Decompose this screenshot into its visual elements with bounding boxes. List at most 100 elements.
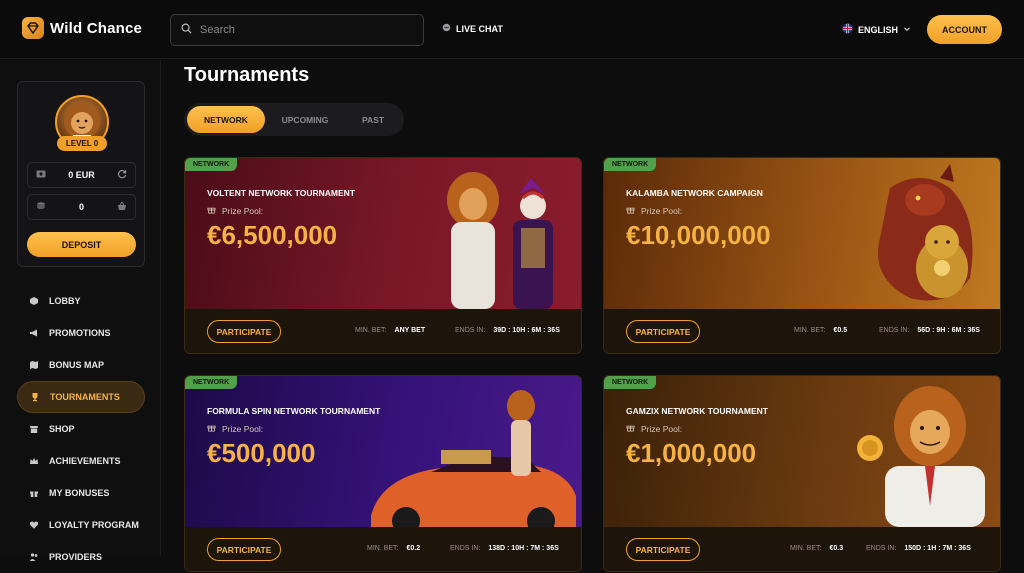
min-bet: MIN. BET: €0.3 bbox=[790, 545, 843, 552]
participate-button[interactable]: PARTICIPATE bbox=[207, 320, 281, 343]
ends-in: ENDS IN: 39D : 10H : 6M : 36S bbox=[455, 327, 560, 334]
lion-with-medal-art bbox=[857, 386, 985, 527]
lion-and-jester-art bbox=[447, 172, 553, 309]
prize-pool-amount: €10,000,000 bbox=[626, 220, 771, 250]
dragon-and-cat-art bbox=[878, 164, 973, 301]
prize-pool-label: Prize Pool: bbox=[207, 423, 263, 434]
countdown: 39D : 10H : 6M : 36S bbox=[493, 327, 560, 334]
balance-value: 0 EUR bbox=[68, 170, 95, 180]
sidebar: LEVEL 0 0 EUR 0 DEPOSIT LOBBY PROMOTIONS… bbox=[0, 60, 161, 562]
chat-bubble-icon bbox=[442, 23, 451, 34]
refresh-icon[interactable] bbox=[117, 169, 127, 181]
tournament-card[interactable]: NETWORK VOLTENT NETWORK TOURNAMENT Prize… bbox=[184, 157, 582, 354]
live-chat-link[interactable]: LIVE CHAT bbox=[442, 23, 503, 34]
sidebar-item-my-bonuses[interactable]: MY BONUSES bbox=[17, 477, 145, 509]
sidebar-item-label: TOURNAMENTS bbox=[50, 392, 120, 402]
live-chat-label: LIVE CHAT bbox=[456, 23, 503, 34]
sidebar-item-label: SHOP bbox=[49, 424, 75, 434]
sidebar-item-label: LOYALTY PROGRAM bbox=[49, 520, 139, 530]
megaphone-icon bbox=[29, 328, 39, 338]
lion-and-supercar-art bbox=[371, 390, 576, 527]
sidebar-item-loyalty-program[interactable]: LOYALTY PROGRAM bbox=[17, 509, 145, 541]
sidebar-item-label: LOBBY bbox=[49, 296, 81, 306]
gift-icon bbox=[626, 205, 635, 216]
top-header: Wild Chance LIVE CHAT ENGLISH ACCOUNT bbox=[0, 0, 1024, 59]
coins-row: 0 bbox=[27, 194, 136, 220]
card-banner: NETWORK GAMZIX NETWORK TOURNAMENT Prize … bbox=[604, 376, 1000, 527]
heart-icon bbox=[29, 520, 39, 530]
account-button[interactable]: ACCOUNT bbox=[927, 15, 1002, 44]
card-footer: PARTICIPATE MIN. BET: €0.5 ENDS IN: 56D … bbox=[604, 309, 1000, 353]
ends-in-label: ENDS IN: bbox=[450, 545, 481, 552]
prize-pool-text: Prize Pool: bbox=[222, 205, 264, 216]
network-badge: NETWORK bbox=[604, 376, 657, 389]
deposit-button[interactable]: DEPOSIT bbox=[27, 232, 136, 257]
participate-button[interactable]: PARTICIPATE bbox=[626, 538, 700, 561]
tournament-name: KALAMBA NETWORK CAMPAIGN bbox=[626, 188, 763, 198]
tournament-card[interactable]: NETWORK FORMULA SPIN NETWORK TOURNAMENT … bbox=[184, 375, 582, 572]
card-footer: PARTICIPATE MIN. BET: ANY BET ENDS IN: 3… bbox=[185, 309, 581, 353]
balance-row: 0 EUR bbox=[27, 162, 136, 188]
language-label: ENGLISH bbox=[858, 24, 899, 35]
basket-icon[interactable] bbox=[117, 201, 127, 213]
prize-pool-label: Prize Pool: bbox=[626, 205, 682, 216]
sidebar-item-providers[interactable]: PROVIDERS bbox=[17, 541, 145, 573]
min-bet-value: €0.3 bbox=[829, 545, 844, 552]
min-bet-label: MIN. BET: bbox=[367, 545, 399, 552]
search-input[interactable] bbox=[200, 24, 400, 36]
gift-icon bbox=[29, 488, 39, 498]
card-footer: PARTICIPATE MIN. BET: €0.2 ENDS IN: 138D… bbox=[185, 527, 581, 571]
card-banner: NETWORK FORMULA SPIN NETWORK TOURNAMENT … bbox=[185, 376, 581, 527]
wallet-icon bbox=[36, 170, 46, 180]
map-icon bbox=[29, 360, 39, 370]
people-icon bbox=[29, 552, 39, 562]
crown-icon bbox=[29, 456, 39, 466]
sidebar-item-label: MY BONUSES bbox=[49, 488, 110, 498]
countdown: 56D : 9H : 6M : 36S bbox=[917, 327, 980, 334]
profile-panel: LEVEL 0 0 EUR 0 DEPOSIT bbox=[17, 81, 145, 267]
search-icon bbox=[181, 21, 192, 39]
uk-flag-icon bbox=[842, 23, 853, 36]
tab-upcoming[interactable]: UPCOMING bbox=[265, 106, 345, 133]
logo[interactable]: Wild Chance bbox=[22, 17, 142, 39]
sidebar-item-achievements[interactable]: ACHIEVEMENTS bbox=[17, 445, 145, 477]
prize-pool-amount: €500,000 bbox=[207, 438, 316, 468]
min-bet-label: MIN. BET: bbox=[790, 545, 822, 552]
gift-icon bbox=[207, 205, 216, 216]
sidebar-item-label: ACHIEVEMENTS bbox=[49, 456, 121, 466]
participate-button[interactable]: PARTICIPATE bbox=[207, 538, 281, 561]
participate-button[interactable]: PARTICIPATE bbox=[626, 320, 700, 343]
min-bet-value: €0.2 bbox=[406, 545, 421, 552]
sidebar-item-promotions[interactable]: PROMOTIONS bbox=[17, 317, 145, 349]
network-badge: NETWORK bbox=[185, 376, 238, 389]
level-badge: LEVEL 0 bbox=[57, 136, 107, 151]
language-selector[interactable]: ENGLISH bbox=[842, 23, 911, 36]
main-content: Tournaments NETWORK UPCOMING PAST NETWOR… bbox=[162, 60, 1024, 572]
ends-in-label: ENDS IN: bbox=[455, 327, 486, 334]
chevron-down-icon bbox=[903, 25, 911, 35]
min-bet: MIN. BET: €0.2 bbox=[367, 545, 420, 552]
tab-past[interactable]: PAST bbox=[345, 106, 401, 133]
prize-pool-label: Prize Pool: bbox=[207, 205, 263, 216]
prize-pool-label: Prize Pool: bbox=[626, 423, 682, 434]
ends-in-label: ENDS IN: bbox=[866, 545, 897, 552]
sidebar-item-lobby[interactable]: LOBBY bbox=[17, 285, 145, 317]
sidebar-nav: LOBBY PROMOTIONS BONUS MAP TOURNAMENTS S… bbox=[17, 285, 145, 573]
page-title: Tournaments bbox=[184, 64, 310, 86]
network-badge: NETWORK bbox=[604, 158, 657, 171]
network-badge: NETWORK bbox=[185, 158, 238, 171]
min-bet-label: MIN. BET: bbox=[794, 327, 826, 334]
tournament-card[interactable]: NETWORK KALAMBA NETWORK CAMPAIGN Prize P… bbox=[603, 157, 1001, 354]
sidebar-item-label: PROMOTIONS bbox=[49, 328, 111, 338]
min-bet-label: MIN. BET: bbox=[355, 327, 387, 334]
diamond-icon bbox=[22, 17, 44, 39]
sidebar-item-tournaments[interactable]: TOURNAMENTS bbox=[17, 381, 145, 413]
sidebar-item-bonus-map[interactable]: BONUS MAP bbox=[17, 349, 145, 381]
sidebar-item-shop[interactable]: SHOP bbox=[17, 413, 145, 445]
card-footer: PARTICIPATE MIN. BET: €0.3 ENDS IN: 150D… bbox=[604, 527, 1000, 571]
tournament-card[interactable]: NETWORK GAMZIX NETWORK TOURNAMENT Prize … bbox=[603, 375, 1001, 572]
prize-pool-text: Prize Pool: bbox=[641, 423, 683, 434]
search-box[interactable] bbox=[170, 14, 424, 46]
ends-in: ENDS IN: 150D : 1H : 7M : 36S bbox=[866, 545, 971, 552]
tab-network[interactable]: NETWORK bbox=[187, 106, 265, 133]
